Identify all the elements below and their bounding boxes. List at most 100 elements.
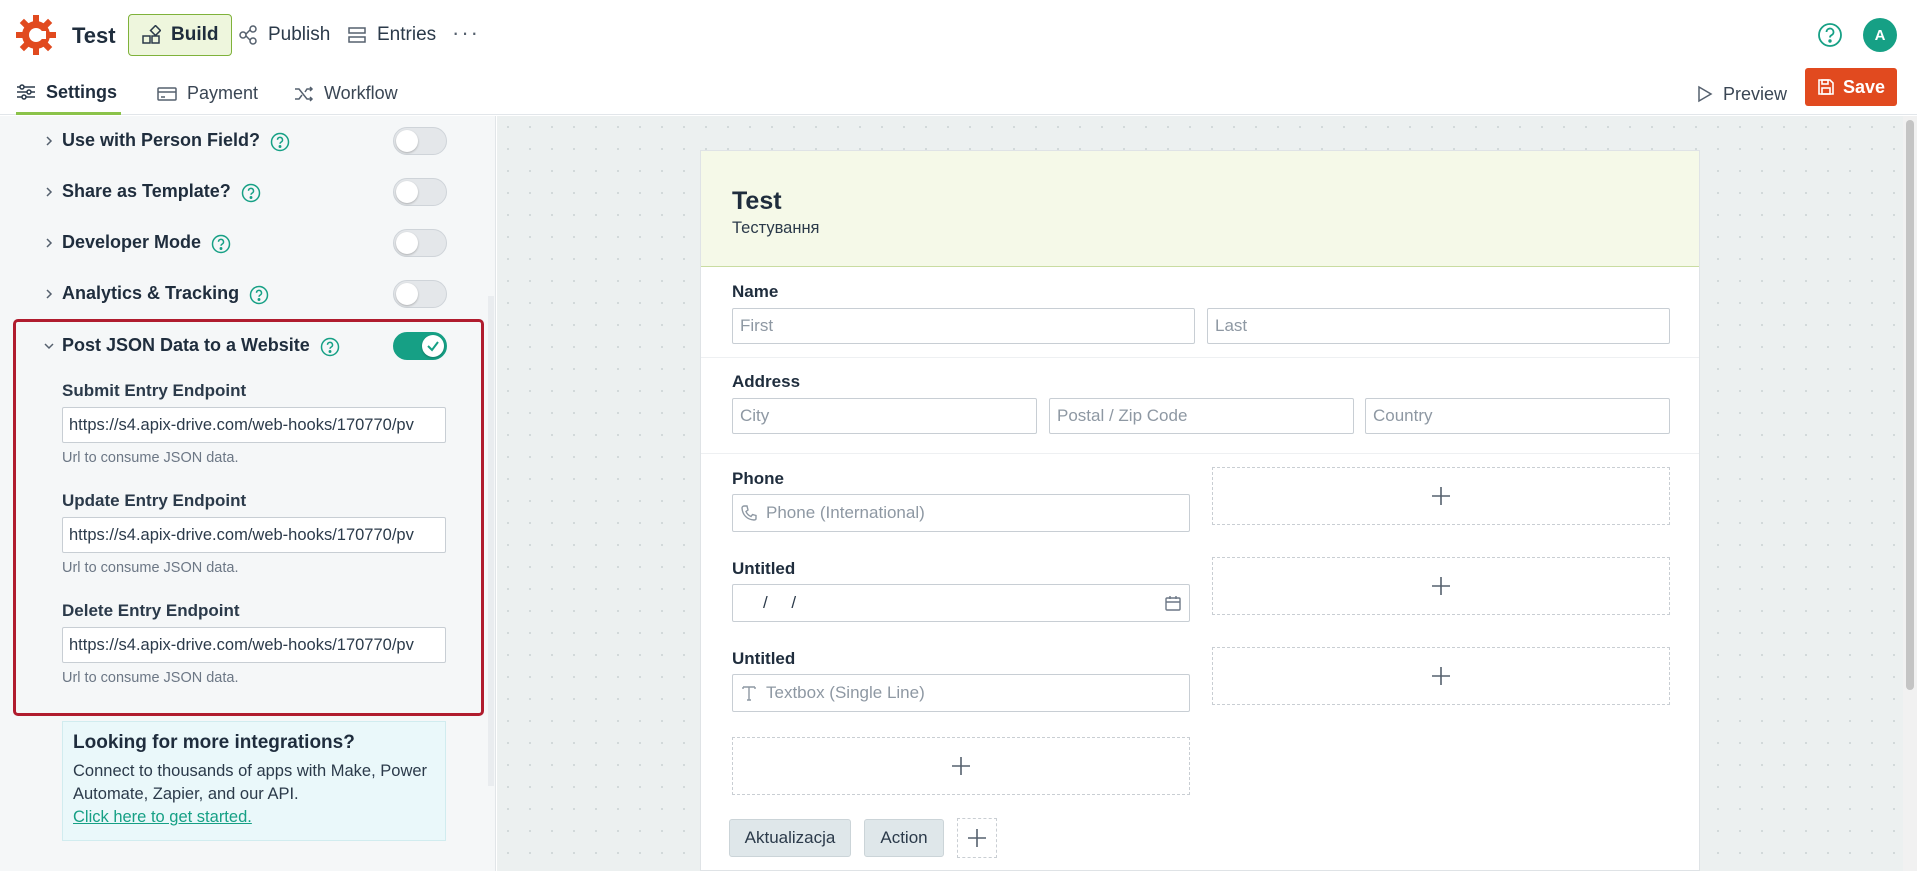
nav-publish[interactable]: Publish — [226, 14, 342, 56]
add-field-slot[interactable] — [1212, 647, 1670, 705]
phone-icon — [741, 505, 757, 521]
action-button-action[interactable]: Action — [864, 819, 944, 857]
promo-text: Connect to thousands of apps with Make, … — [73, 762, 428, 803]
plus-icon — [1432, 577, 1450, 595]
plus-icon — [968, 829, 986, 847]
chevron-right-icon — [46, 238, 53, 248]
preview-button[interactable]: Preview — [1697, 80, 1787, 108]
integrations-promo: Looking for more integrations? Connect t… — [62, 721, 446, 841]
textbox-placeholder: Textbox (Single Line) — [766, 683, 925, 702]
date-field-label: Untitled — [732, 559, 796, 578]
zip-input[interactable]: Postal / Zip Code — [1049, 398, 1354, 434]
build-icon — [142, 25, 161, 44]
update-endpoint-input[interactable]: https://s4.apix-drive.com/web-hooks/1707… — [62, 517, 446, 553]
chevron-right-icon — [46, 289, 53, 299]
save-button[interactable]: Save — [1805, 68, 1897, 106]
credit-card-icon — [157, 86, 177, 101]
add-action-button[interactable] — [957, 818, 997, 858]
setting-label-text: Developer Mode — [62, 232, 202, 253]
settings-sidebar: Use with Person Field? Share as Template… — [0, 116, 496, 871]
analytics-toggle[interactable] — [393, 280, 447, 308]
entries-icon — [348, 27, 366, 43]
setting-analytics[interactable]: Analytics & Tracking — [0, 269, 490, 319]
person-field-toggle[interactable] — [393, 127, 447, 155]
textbox-input[interactable]: Textbox (Single Line) — [732, 674, 1190, 712]
add-field-slot[interactable] — [1212, 557, 1670, 615]
delete-endpoint-help: Url to consume JSON data. — [62, 670, 239, 686]
action-button-aktualizacja[interactable]: Aktualizacja — [729, 819, 851, 857]
plus-icon — [1432, 487, 1450, 505]
sliders-icon — [17, 84, 35, 100]
chevron-right-icon — [46, 187, 53, 197]
text-icon — [742, 686, 756, 701]
submit-endpoint-help: Url to consume JSON data. — [62, 450, 239, 466]
submit-endpoint-input[interactable]: https://s4.apix-drive.com/web-hooks/1707… — [62, 407, 446, 443]
tab-workflow[interactable]: Workflow — [294, 72, 398, 115]
phone-input[interactable]: Phone (International) — [732, 494, 1190, 532]
setting-share-template[interactable]: Share as Template? — [0, 167, 490, 217]
address-field-label: Address — [732, 372, 801, 391]
more-menu-button[interactable]: ··· — [452, 20, 480, 46]
plus-icon — [1432, 667, 1450, 685]
top-bar: Test Build Publish Entries ··· A — [0, 0, 1917, 72]
tab-payment[interactable]: Payment — [157, 72, 258, 115]
tab-workflow-label: Workflow — [324, 83, 398, 103]
setting-developer-mode[interactable]: Developer Mode — [0, 218, 490, 268]
calendar-icon[interactable] — [1164, 594, 1182, 612]
nav-entries[interactable]: Entries — [335, 14, 448, 56]
setting-label: Share as Template? — [62, 181, 261, 202]
update-endpoint-help: Url to consume JSON data. — [62, 560, 239, 576]
setting-label: Post JSON Data to a Website — [62, 335, 340, 356]
add-row-slot[interactable] — [732, 737, 1190, 795]
first-name-input[interactable]: First — [732, 308, 1195, 344]
post-json-toggle[interactable] — [393, 332, 447, 360]
update-endpoint-label: Update Entry Endpoint — [62, 491, 247, 510]
help-icon[interactable] — [211, 234, 231, 254]
floppy-disk-icon — [1818, 79, 1834, 95]
share-icon — [239, 25, 257, 45]
nav-publish-label: Publish — [268, 24, 331, 45]
date-input[interactable]: / / — [732, 584, 1190, 622]
tab-settings-label: Settings — [46, 81, 118, 102]
tab-settings[interactable]: Settings — [16, 72, 122, 115]
delete-endpoint-input[interactable]: https://s4.apix-drive.com/web-hooks/1707… — [62, 627, 446, 663]
help-icon[interactable] — [241, 183, 261, 203]
setting-label: Analytics & Tracking — [62, 283, 269, 304]
form-card: Test Тестування Name First Last Address … — [700, 150, 1700, 871]
promo-link[interactable]: Click here to get started. — [73, 806, 435, 829]
last-name-input[interactable]: Last — [1207, 308, 1670, 344]
chevron-down-icon — [44, 343, 54, 350]
app-logo-icon[interactable] — [16, 15, 56, 55]
help-icon[interactable] — [249, 285, 269, 305]
form-header[interactable]: Test Тестування — [701, 151, 1699, 267]
textbox-field-label: Untitled — [732, 649, 796, 668]
field-divider — [701, 357, 1699, 358]
sub-navigation: Settings Payment Workflow Preview — [0, 72, 1917, 115]
add-field-slot[interactable] — [1212, 467, 1670, 525]
help-icon[interactable] — [320, 337, 340, 357]
setting-post-json[interactable]: Post JSON Data to a Website — [0, 321, 490, 371]
setting-person-field[interactable]: Use with Person Field? — [0, 116, 490, 166]
developer-mode-toggle[interactable] — [393, 229, 447, 257]
setting-label-text: Post JSON Data to a Website — [62, 335, 310, 356]
submit-endpoint-label: Submit Entry Endpoint — [62, 381, 247, 400]
checkmark-icon — [427, 341, 439, 352]
avatar[interactable]: A — [1863, 18, 1897, 52]
promo-title: Looking for more integrations? — [73, 732, 355, 753]
nav-build-label: Build — [171, 24, 219, 45]
save-label: Save — [1842, 76, 1886, 97]
nav-build[interactable]: Build — [128, 14, 232, 56]
help-icon[interactable] — [270, 132, 290, 152]
setting-label-text: Analytics & Tracking — [62, 283, 240, 304]
setting-label-text: Share as Template? — [62, 181, 231, 202]
setting-label: Use with Person Field? — [62, 130, 290, 151]
country-input[interactable]: Country — [1365, 398, 1670, 434]
city-input[interactable]: City — [732, 398, 1037, 434]
play-icon — [1698, 85, 1713, 103]
chevron-right-icon — [46, 136, 53, 146]
canvas-scrollbar[interactable] — [1903, 116, 1917, 871]
plus-icon — [952, 757, 970, 775]
share-template-toggle[interactable] — [393, 178, 447, 206]
help-icon[interactable] — [1817, 22, 1843, 48]
form-title: Test — [732, 187, 782, 215]
